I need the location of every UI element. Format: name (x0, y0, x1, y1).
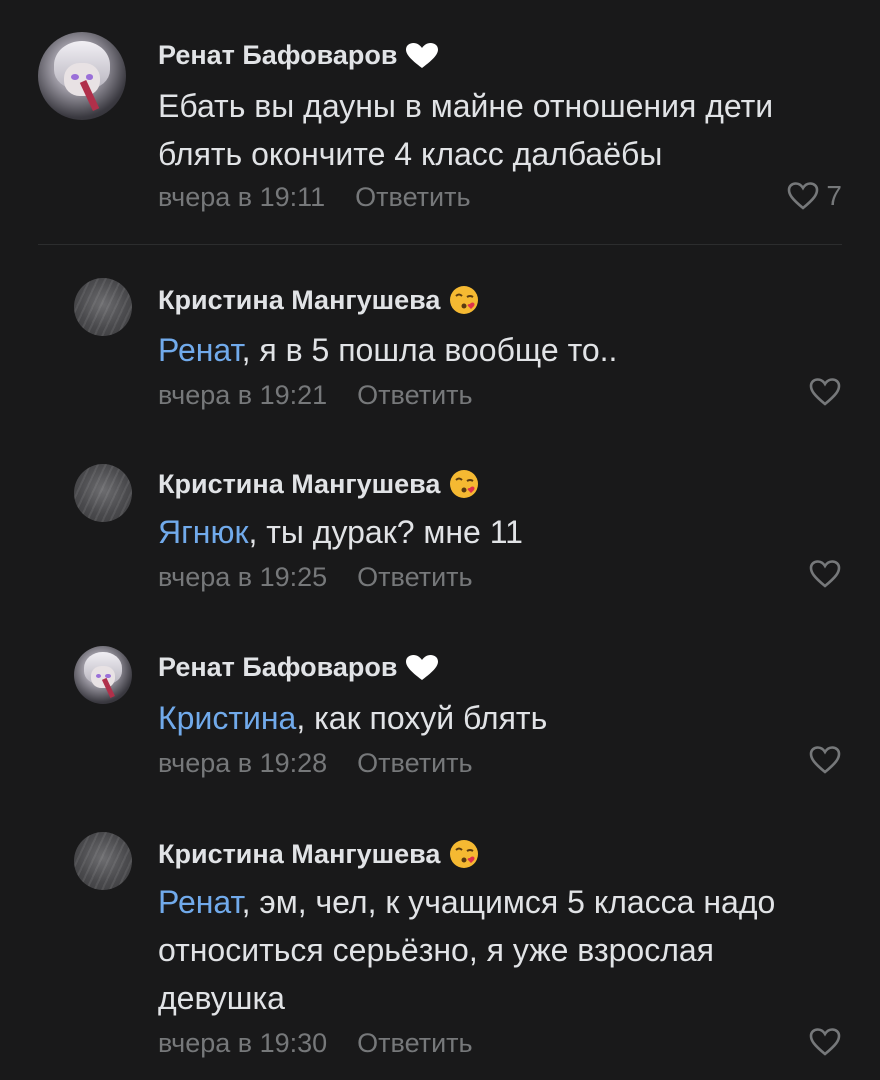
comment-item: Кристина Мангушева Ренат, эм, чел, к уча… (0, 806, 880, 1080)
author-name[interactable]: Кристина Мангушева (158, 284, 480, 316)
white-heart-icon (405, 654, 439, 682)
mention-link[interactable]: Ренат (158, 332, 242, 368)
reply-button[interactable]: Ответить (355, 182, 470, 212)
like-button[interactable]: 7 (786, 180, 842, 212)
comment-text: Ягнюк, ты дурак? мне 11 (158, 514, 523, 550)
heart-outline-icon (809, 1028, 841, 1056)
reply-button[interactable]: Ответить (357, 380, 472, 410)
comment-time: вчера в 19:11 (158, 182, 326, 212)
comment-meta: вчера в 19:21 Ответить (158, 380, 473, 411)
avatar[interactable] (74, 278, 132, 336)
comment-text: Ренат, я в 5 пошла вообще то.. (158, 332, 618, 368)
comment-item: Кристина Мангушева Ренат, я в 5 пошла во… (0, 244, 880, 434)
mention-link[interactable]: Кристина (158, 700, 296, 736)
like-button[interactable] (808, 376, 842, 408)
avatar[interactable] (38, 32, 126, 120)
reply-button[interactable]: Ответить (357, 748, 472, 778)
avatar[interactable] (74, 646, 132, 704)
like-button[interactable] (808, 1026, 842, 1058)
comment-meta: вчера в 19:30 Ответить (158, 1028, 473, 1059)
mention-link[interactable]: Ягнюк (158, 514, 248, 550)
kissing-face-emoji (448, 838, 480, 870)
comment-item: Ренат Бафоваров Ебать вы дауны в майне о… (0, 0, 880, 244)
avatar[interactable] (74, 464, 132, 522)
author-name[interactable]: Ренат Бафоваров (158, 40, 439, 71)
white-heart-icon (405, 42, 439, 70)
comment-text: Ебать вы дауны в майне отношения дети бл… (158, 88, 774, 172)
comment-time: вчера в 19:28 (158, 748, 328, 778)
comment-time: вчера в 19:21 (158, 380, 328, 410)
mention-link[interactable]: Ренат (158, 884, 242, 920)
heart-outline-icon (809, 560, 841, 588)
comment-time: вчера в 19:30 (158, 1028, 328, 1058)
like-button[interactable] (808, 558, 842, 590)
avatar[interactable] (74, 832, 132, 890)
heart-outline-icon (809, 746, 841, 774)
comment-meta: вчера в 19:28 Ответить (158, 748, 473, 779)
like-button[interactable] (808, 744, 842, 776)
like-count: 7 (826, 180, 842, 211)
author-name[interactable]: Кристина Мангушева (158, 838, 480, 870)
heart-outline-icon (788, 182, 819, 210)
author-name[interactable]: Ренат Бафоваров (158, 652, 439, 683)
comment-text: Ренат, эм, чел, к учащимся 5 класса надо… (158, 884, 776, 1016)
comment-item: Ренат Бафоваров Кристина, как похуй блят… (0, 620, 880, 806)
reply-button[interactable]: Ответить (357, 562, 472, 592)
comment-meta: вчера в 19:25 Ответить (158, 562, 473, 593)
comment-text: Кристина, как похуй блять (158, 700, 548, 736)
comment-meta: вчера в 19:11 Ответить (158, 182, 471, 213)
kissing-face-emoji (448, 468, 480, 500)
kissing-face-emoji (448, 284, 480, 316)
author-name[interactable]: Кристина Мангушева (158, 468, 480, 500)
comment-item: Кристина Мангушева Ягнюк, ты дурак? мне … (0, 434, 880, 620)
reply-button[interactable]: Ответить (357, 1028, 472, 1058)
comment-time: вчера в 19:25 (158, 562, 328, 592)
heart-outline-icon (809, 378, 841, 406)
